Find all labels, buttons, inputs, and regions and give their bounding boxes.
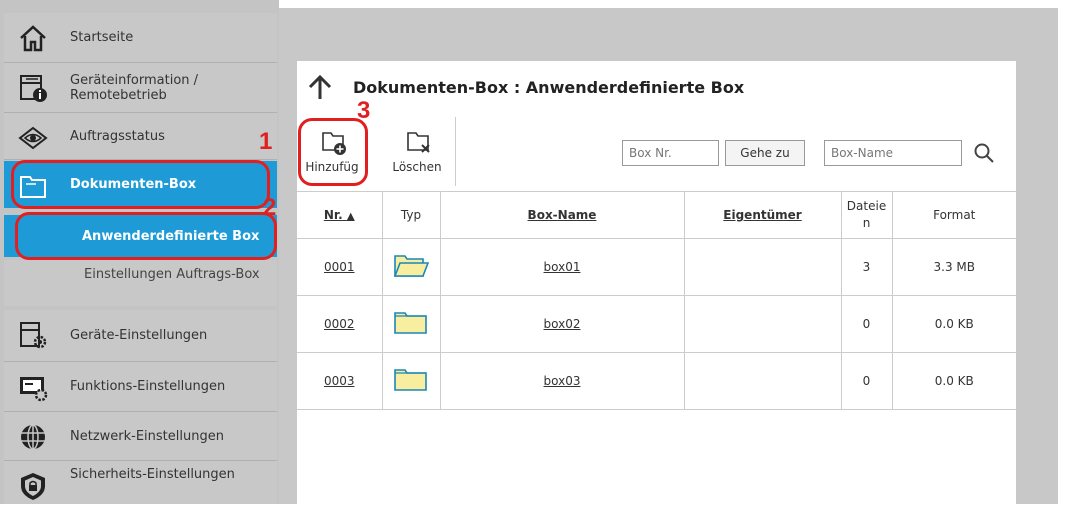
sidebar-item-label: Geräteinformation / Remotebetrieb	[70, 72, 199, 103]
search-icon[interactable]	[973, 142, 995, 168]
box-number-link[interactable]: 0002	[297, 295, 383, 353]
shield-icon	[18, 471, 48, 501]
sidebar-item-home[interactable]: Startseite	[4, 13, 277, 63]
format-cell: 0.0 KB	[892, 295, 1016, 353]
files-cell: 0	[841, 295, 893, 353]
callout-number: 3	[357, 97, 371, 124]
back-arrow-icon[interactable]	[308, 74, 332, 104]
table-row: 0003 box03 0 0.0 KB	[297, 352, 1016, 410]
globe-icon	[18, 422, 48, 452]
sidebar-item-label: Geräte-Einstellungen	[70, 328, 208, 343]
delete-folder-icon	[385, 128, 449, 160]
column-header-owner[interactable]: Eigentümer	[684, 191, 842, 239]
box-name-input[interactable]: Box-Name	[824, 140, 962, 166]
box-name-link[interactable]: box02	[440, 295, 685, 353]
owner-cell	[684, 238, 842, 296]
box-table: Nr. ▲ Typ Box-Name Eigentümer Dateie n F…	[297, 191, 1016, 410]
folder-icon	[382, 295, 441, 353]
device-info-icon	[18, 73, 48, 103]
eye-icon	[18, 123, 48, 153]
table-row: 0002 box02 0 0.0 KB	[297, 295, 1016, 353]
owner-cell	[684, 295, 842, 353]
format-cell: 0.0 KB	[892, 352, 1016, 410]
sidebar-item-label: Funktions-Einstellungen	[70, 379, 226, 394]
delete-box-label: Löschen	[392, 160, 442, 174]
column-header-files: Dateie n	[841, 191, 893, 239]
device-settings-icon	[18, 320, 48, 350]
sidebar-subitem-label: Einstellungen Auftrags-Box	[84, 267, 260, 282]
owner-cell	[684, 352, 842, 410]
callout-number: 1	[259, 128, 273, 155]
sidebar-item-label: Sicherheits-Einstellungen	[70, 467, 235, 482]
files-cell: 3	[841, 238, 893, 296]
table-row: 0001 box01 3 3.3 MB	[297, 238, 1016, 296]
sidebar-item-network-settings[interactable]: Netzwerk-Einstellungen	[4, 412, 277, 461]
files-cell: 0	[841, 352, 893, 410]
box-number-link[interactable]: 0001	[297, 238, 383, 296]
sidebar-subitem-job-box-settings[interactable]: Einstellungen Auftrags-Box	[4, 260, 277, 306]
column-header-nr[interactable]: Nr. ▲	[297, 191, 383, 239]
column-header-type: Typ	[382, 191, 441, 239]
box-number-input[interactable]: Box Nr.	[622, 140, 719, 166]
callout-highlight	[15, 212, 277, 260]
goto-button[interactable]: Gehe zu	[725, 140, 805, 166]
sidebar-item-security-settings[interactable]: Sicherheits-Einstellungen	[4, 461, 277, 504]
table-header-row: Nr. ▲ Typ Box-Name Eigentümer Dateie n F…	[297, 191, 1016, 239]
sidebar-item-job-status[interactable]: Auftragsstatus	[4, 113, 277, 160]
box-number-link[interactable]: 0003	[297, 352, 383, 410]
function-settings-icon	[18, 372, 48, 402]
callout-number: 2	[263, 194, 277, 221]
toolbar-divider	[455, 117, 456, 186]
page-title: Dokumenten-Box : Anwenderdefinierte Box	[353, 78, 745, 97]
sidebar-item-device-info[interactable]: Geräteinformation / Remotebetrieb	[4, 63, 277, 113]
box-name-link[interactable]: box01	[440, 238, 685, 296]
sidebar-item-label: Auftragsstatus	[70, 128, 165, 144]
sort-asc-icon: ▲	[346, 211, 355, 222]
sidebar-item-function-settings[interactable]: Funktions-Einstellungen	[4, 362, 277, 412]
delete-box-button[interactable]: Löschen	[385, 128, 449, 182]
sidebar-item-device-settings[interactable]: Geräte-Einstellungen	[4, 310, 277, 362]
home-icon	[18, 23, 48, 53]
folder-icon	[382, 352, 441, 410]
column-header-format: Format	[892, 191, 1016, 239]
open-folder-icon	[382, 238, 441, 296]
callout-highlight	[11, 160, 270, 209]
callout-highlight	[298, 118, 368, 186]
box-name-link[interactable]: box03	[440, 352, 685, 410]
sidebar: Startseite Geräteinformation / Remotebet…	[0, 0, 279, 504]
column-header-box-name[interactable]: Box-Name	[440, 191, 685, 239]
sidebar-item-label: Netzwerk-Einstellungen	[70, 428, 224, 444]
sidebar-item-label: Startseite	[70, 30, 134, 45]
format-cell: 3.3 MB	[892, 238, 1016, 296]
